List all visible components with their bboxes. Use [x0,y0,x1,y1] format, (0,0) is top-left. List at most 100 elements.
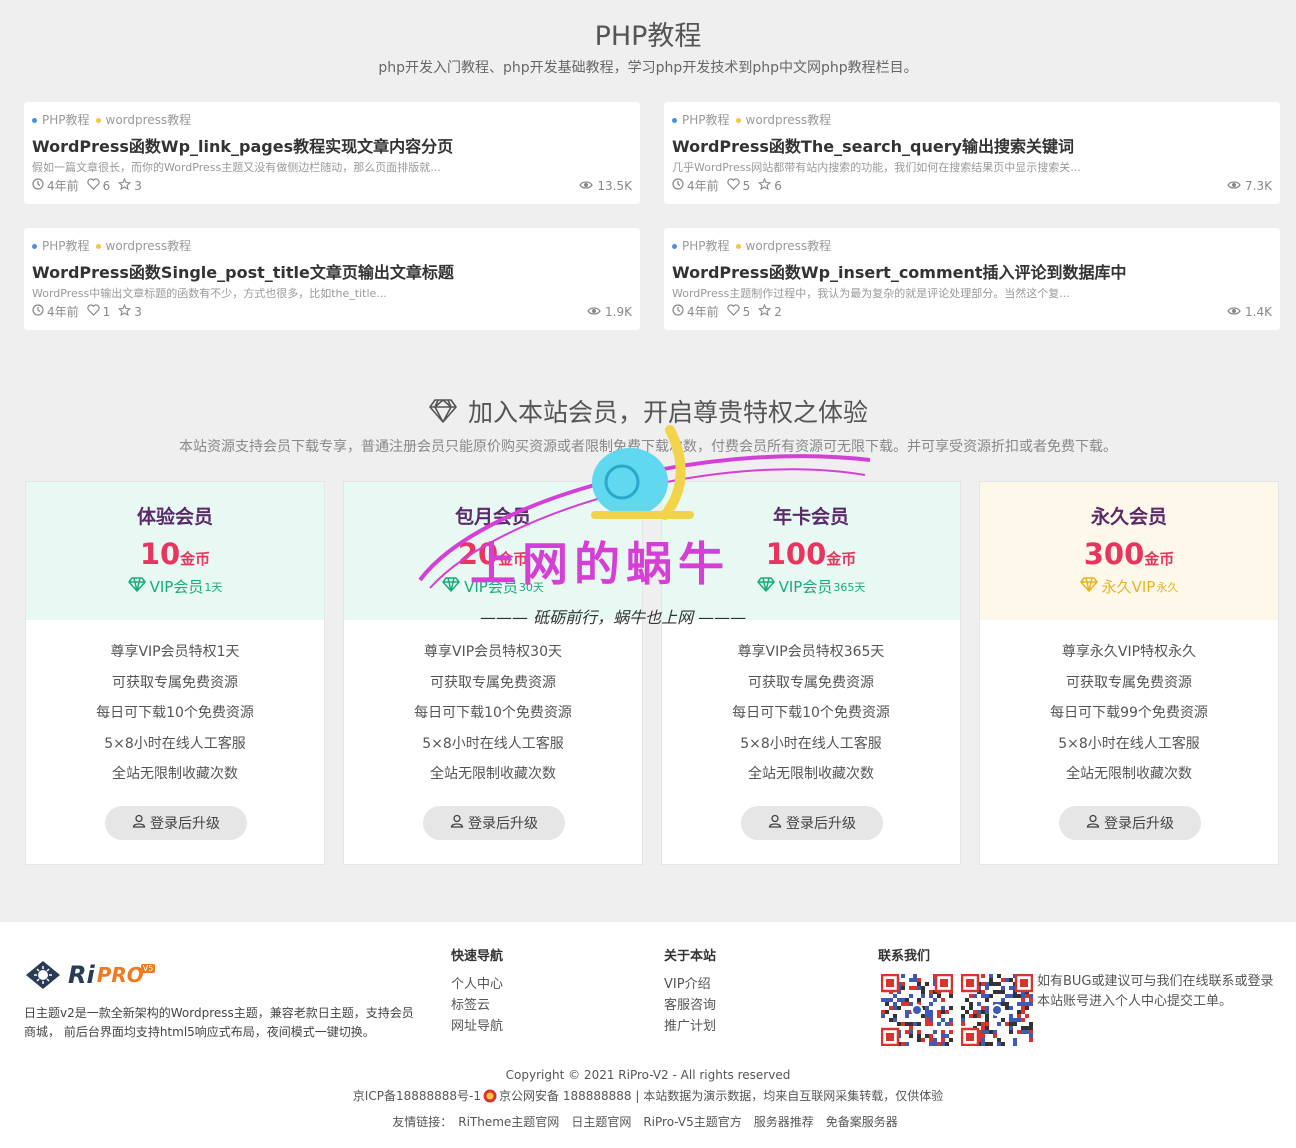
post-card[interactable]: PHP教程 wordpress教程 WordPress函数Wp_insert_com… [664,228,1280,330]
site-footer: Ri PRO V5 日主题v2是一款全新架构的Wordpress主题，兼容老款日… [0,922,1296,1148]
vip-heading: 加入本站会员，开启尊贵特权之体验 [0,393,1296,429]
post-excerpt: WordPress中输出文章标题的函数有不少，方式也很多，比如the_title… [32,287,387,300]
plan-name: 包月会员 [454,506,531,528]
login-upgrade-button[interactable]: 登录后升级 [105,806,247,840]
plan-perk: 尊享永久VIP特权永久 [1061,644,1197,660]
clock-icon [672,178,687,193]
post-likes: 6 [86,178,110,193]
footer-link-vip[interactable]: VIP介绍 [664,974,716,995]
star-icon [757,303,774,319]
clock-icon [32,178,47,193]
post-time: 4年前 [32,177,79,194]
login-upgrade-button[interactable]: 登录后升级 [1059,806,1201,840]
footer-contact-text: 如有BUG或建议可与我们在线联系或登录本站账号进入个人中心提交工单。 [1037,974,1274,1009]
plan-perk: 每日可下载10个免费资源 [96,705,254,721]
login-upgrade-button[interactable]: 登录后升级 [741,806,883,840]
plan-vip-badge: VIP会员 1天 [127,576,222,597]
post-categories: PHP教程 wordpress教程 [32,111,632,127]
heart-icon [726,178,743,193]
post-title[interactable]: WordPress函数Single_post_title文章页输出文章标题 [32,259,632,283]
post-favorites: 3 [117,177,142,193]
eye-icon [579,179,597,193]
qr-code-icon [961,974,1033,1046]
post-likes: 5 [726,178,750,193]
post-excerpt: 假如一篇文章很长，而你的WordPress主题又没有做侧边栏随动，那么页面排版就… [32,161,441,174]
footer-contact-column: 联系我们 [878,945,930,974]
category-dot [95,243,101,249]
category-dot [32,243,37,249]
plan-perk: 全站无限制收藏次数 [748,766,874,782]
plan-perk: 可获取专属免费资源 [112,674,238,691]
post-meta: 4年前 5 6 7.3K [672,177,1272,194]
icp-info: 京ICP备18888888号-1 京公网安备 188888888 | 本站数据为… [0,1087,1296,1104]
footer-link-affiliate[interactable]: 推广计划 [664,1016,716,1037]
category-link[interactable]: PHP教程 [672,111,730,128]
footer-link-sites[interactable]: 网址导航 [451,1016,503,1037]
plan-name: 年卡会员 [772,506,849,528]
plan-header: 体验会员 10金币 VIP会员 1天 [26,482,324,620]
post-card[interactable]: PHP教程 wordpress教程 WordPress函数The_search_qu… [664,102,1280,204]
footer-nav-title: 快速导航 [451,949,504,964]
post-excerpt: WordPress主题制作过程中，我认为最为复杂的就是评论处理部分。当然这个复.… [672,287,1070,300]
post-card[interactable]: PHP教程 wordpress教程 WordPress函数Wp_link_pages… [24,102,640,204]
footer-link-support[interactable]: 客服咨询 [664,995,716,1016]
friend-link[interactable]: 日主题官网 [571,1115,631,1129]
post-likes: 5 [726,304,750,319]
post-card[interactable]: PHP教程 wordpress教程 WordPress函数Single_post_t… [24,228,640,330]
star-icon [117,177,134,193]
footer-nav-column: 快速导航 个人中心 标签云 网址导航 [451,945,503,1037]
plan-perks-list: 尊享VIP会员特权30天 可获取专属免费资源 每日可下载10个免费资源 5×8小时在线… [344,637,642,790]
friend-link[interactable]: 服务器推荐 [754,1115,814,1129]
plan-perk: 全站无限制收藏次数 [112,766,238,782]
category-link[interactable]: wordpress教程 [735,237,831,254]
qr-code-icon [881,974,953,1046]
friend-link[interactable]: RiPro-V5主题官方 [643,1115,741,1129]
section-title: PHP教程 [594,21,702,52]
vip-plan-card: 体验会员 10金币 VIP会员 1天 尊享VIP会员特权1天 可获取专属免费资源 每日可下载… [25,481,325,865]
category-link[interactable]: PHP教程 [32,111,90,128]
clock-icon [32,304,47,319]
category-dot [672,117,677,123]
vip-subtitle: 本站资源支持会员下载专享，普通注册会员只能原价购买资源或者限制免费下载次数，付费… [179,439,1117,455]
plan-perk: 全站无限制收藏次数 [1066,766,1192,782]
post-title[interactable]: WordPress函数Wp_insert_comment插入评论到数据库中 [672,259,1272,283]
heart-icon [86,304,103,319]
friend-link[interactable]: 免备案服务器 [826,1115,898,1129]
category-dot [672,243,677,249]
logo-pro-text: PRO [96,963,144,987]
category-link[interactable]: wordpress教程 [95,237,191,254]
footer-link-tags[interactable]: 标签云 [451,995,503,1016]
post-categories: PHP教程 wordpress教程 [672,111,1272,127]
plan-perks-list: 尊享永久VIP特权永久 可获取专属免费资源 每日可下载99个免费资源 5×8小时在线人… [980,637,1278,790]
post-excerpt: 几乎WordPress网站都带有站内搜索的功能，我们如何在搜索结果页中显示搜索关… [672,161,1081,174]
post-favorites: 2 [757,303,782,319]
category-link[interactable]: PHP教程 [32,237,90,254]
friend-links: 友情链接： RiTheme主题官网 日主题官网 RiPro-V5主题官方 服务器推荐 免备… [0,1113,1296,1130]
watermark-slogan: ——— 砥砺前行，蜗牛也上网 ——— [480,608,747,627]
plan-price: 10金币 [139,537,211,571]
category-link[interactable]: PHP教程 [672,237,730,254]
plan-perk: 每日可下载10个免费资源 [732,705,890,721]
plan-header: 永久会员 300金币 永久VIP 永久 [980,482,1278,620]
copyright: Copyright © 2021 RiPro-V2 - All rights r… [505,1068,791,1082]
post-categories: PHP教程 wordpress教程 [32,237,632,253]
plan-perk: 5×8小时在线人工客服 [740,735,882,752]
friend-link[interactable]: RiTheme主题官网 [458,1115,559,1129]
post-title[interactable]: WordPress函数Wp_link_pages教程实现文章内容分页 [32,133,632,157]
plan-perk: 5×8小时在线人工客服 [1058,735,1200,752]
logo-version-badge: V5 [140,963,156,973]
police-badge-icon [483,1089,497,1102]
icp-link[interactable]: 京ICP备18888888号-1 [353,1087,481,1104]
category-link[interactable]: wordpress教程 [735,111,831,128]
plan-price: 300金币 [1083,537,1175,571]
eye-icon [1227,179,1245,193]
ripro-logo[interactable]: Ri PRO V5 [24,959,156,991]
plan-perks-list: 尊享VIP会员特权365天 可获取专属免费资源 每日可下载10个免费资源 5×8小时在… [662,637,960,790]
category-dot [735,243,741,249]
icp-police-text: 京公网安备 188888888 | 本站数据为演示数据，均来自互联网采集转载，仅… [499,1089,944,1103]
plan-perk: 全站无限制收藏次数 [430,766,556,782]
footer-link-profile[interactable]: 个人中心 [451,974,503,995]
post-title[interactable]: WordPress函数The_search_query输出搜索关键词 [672,133,1272,157]
login-upgrade-button[interactable]: 登录后升级 [423,806,565,840]
category-link[interactable]: wordpress教程 [95,111,191,128]
